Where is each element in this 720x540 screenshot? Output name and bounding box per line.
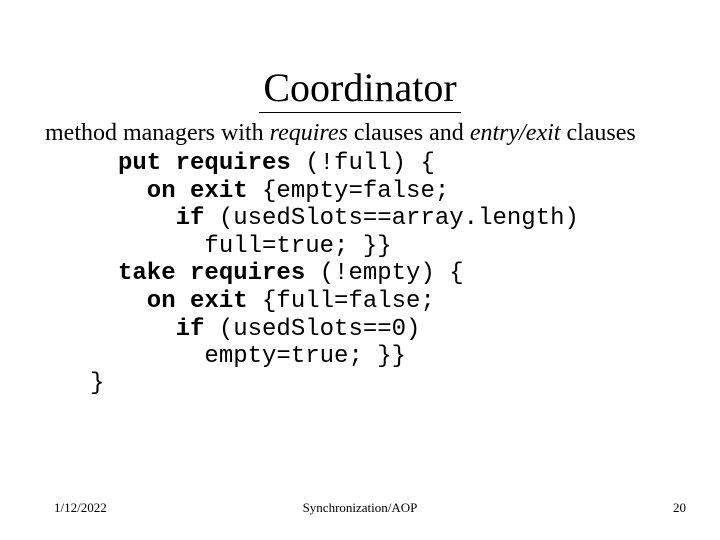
slide: Coordinator method managers with require… xyxy=(0,0,720,540)
code-l6-kw: on exit xyxy=(118,288,248,315)
code-l2-kw: on exit xyxy=(118,178,248,205)
code-l2-rest: {empty=false; xyxy=(248,178,450,205)
code-l6-rest: {full=false; xyxy=(248,288,435,315)
code-block: put requires (!full) { on exit {empty=fa… xyxy=(118,150,579,371)
slide-subtitle: method managers with requires clauses an… xyxy=(45,120,636,147)
code-l8: empty=true; }} xyxy=(118,343,406,370)
code-l3-rest: (usedSlots==array.length) xyxy=(204,205,578,232)
footer-page-number: 20 xyxy=(673,500,686,516)
code-l7-rest: (usedSlots==0) xyxy=(204,316,420,343)
code-l1-kw: put requires xyxy=(118,150,291,177)
title-underline xyxy=(259,112,461,113)
subtitle-italic1: requires xyxy=(270,120,348,146)
subtitle-italic2: entry/exit xyxy=(470,120,561,146)
subtitle-part3: clauses xyxy=(560,120,635,146)
subtitle-part1: method managers with xyxy=(45,120,270,146)
code-l5-rest: (!empty) { xyxy=(305,260,463,287)
code-closing-brace: } xyxy=(90,370,104,397)
subtitle-part2: clauses and xyxy=(348,120,470,146)
code-l1-rest: (!full) { xyxy=(291,150,435,177)
code-l7-kw: if xyxy=(118,316,204,343)
footer-topic: Synchronization/AOP xyxy=(0,500,720,516)
code-l4: full=true; }} xyxy=(118,233,392,260)
slide-title: Coordinator xyxy=(0,64,720,111)
code-l3-kw: if xyxy=(118,205,204,232)
code-l5-kw: take requires xyxy=(118,260,305,287)
